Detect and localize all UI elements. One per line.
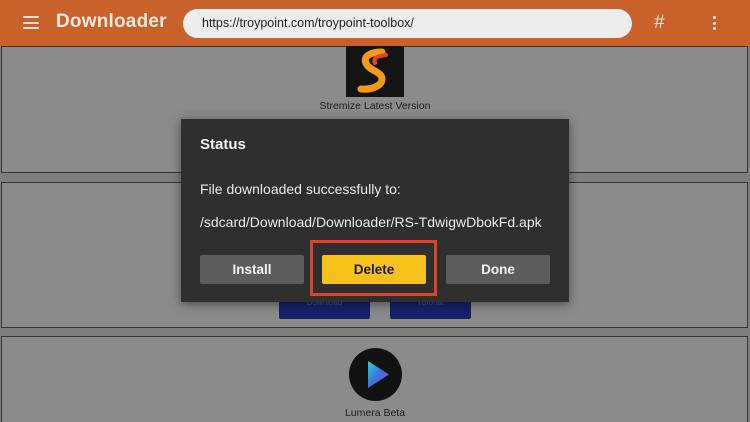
card-caption: Stremize Latest Version bbox=[319, 100, 431, 112]
install-button[interactable]: Install bbox=[200, 255, 304, 284]
lumera-logo-icon[interactable] bbox=[349, 348, 402, 401]
hash-icon[interactable]: # bbox=[654, 12, 665, 34]
app-title: Downloader bbox=[56, 11, 167, 32]
card-caption: Lumera Beta bbox=[344, 407, 406, 419]
menu-icon[interactable] bbox=[23, 16, 39, 29]
dialog-message: File downloaded successfully to: bbox=[200, 181, 401, 197]
top-app-bar: Downloader https://troypoint.com/troypoi… bbox=[0, 0, 750, 46]
highlight-annotation bbox=[310, 240, 437, 296]
dialog-title: Status bbox=[200, 136, 246, 153]
more-vert-icon[interactable] bbox=[713, 16, 717, 33]
stremize-logo-icon[interactable] bbox=[346, 46, 404, 97]
url-input[interactable]: https://troypoint.com/troypoint-toolbox/ bbox=[183, 9, 632, 38]
done-button[interactable]: Done bbox=[446, 255, 550, 284]
download-path: /sdcard/Download/Downloader/RS-TdwigwDbo… bbox=[200, 214, 542, 230]
